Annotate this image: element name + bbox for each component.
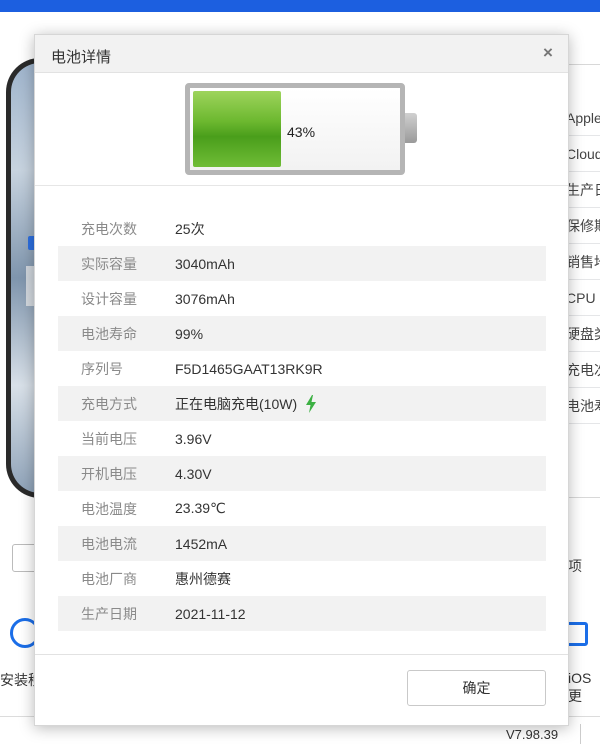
app-top-strip bbox=[0, 0, 600, 12]
table-row-manufacturer: 电池厂商 惠州德赛 bbox=[58, 561, 546, 596]
table-row-temperature: 电池温度 23.39℃ bbox=[58, 491, 546, 526]
dialog-divider bbox=[35, 185, 568, 186]
row-value: 4.30V bbox=[175, 465, 212, 482]
row-key: 当前电压 bbox=[81, 430, 137, 447]
dialog-title: 电池详情 bbox=[51, 49, 112, 66]
ios-update-icon[interactable] bbox=[566, 622, 588, 646]
dialog-header: 电池详情 × bbox=[35, 35, 568, 73]
info-label-battery-life[interactable]: 电池寿 bbox=[566, 388, 600, 424]
row-key: 充电次数 bbox=[81, 220, 137, 237]
battery-level-fill bbox=[193, 91, 281, 167]
row-key: 电池电流 bbox=[81, 535, 137, 552]
status-divider bbox=[580, 724, 581, 744]
battery-info-table: 充电次数 25次 实际容量 3040mAh 设计容量 3076mAh 电池寿命 … bbox=[58, 211, 546, 631]
battery-gauge: 43% bbox=[185, 83, 421, 175]
battery-percent-text: 43% bbox=[287, 124, 316, 140]
info-panel-border-top bbox=[566, 64, 600, 65]
table-row-actual-capacity: 实际容量 3040mAh bbox=[58, 246, 546, 281]
row-key: 电池温度 bbox=[81, 500, 137, 517]
info-label-warranty: 保修期 bbox=[566, 208, 600, 244]
row-key: 实际容量 bbox=[81, 255, 137, 272]
ok-button[interactable]: 确定 bbox=[407, 670, 546, 706]
table-row-design-capacity: 设计容量 3076mAh bbox=[58, 281, 546, 316]
row-key: 电池寿命 bbox=[81, 325, 137, 342]
background-text: 项 bbox=[568, 558, 582, 574]
info-label-icloud: Cloud bbox=[566, 136, 600, 172]
info-label-sales-region: 销售地 bbox=[566, 244, 600, 280]
table-row-serial-number: 序列号 F5D1465GAAT13RK9R bbox=[58, 351, 546, 386]
row-value: 25次 bbox=[175, 220, 205, 237]
table-row-charge-count: 充电次数 25次 bbox=[58, 211, 546, 246]
info-label-cpu: CPU bbox=[566, 280, 600, 316]
info-label-apple: Apple bbox=[566, 100, 600, 136]
table-row-current-voltage: 当前电压 3.96V bbox=[58, 421, 546, 456]
row-key: 充电方式 bbox=[81, 395, 137, 412]
row-key: 序列号 bbox=[81, 360, 123, 377]
info-label-production-date: 生产日 bbox=[566, 172, 600, 208]
table-row-boot-voltage: 开机电压 4.30V bbox=[58, 456, 546, 491]
row-value: 3.96V bbox=[175, 430, 212, 447]
device-info-list: Apple Cloud 生产日 保修期 销售地 CPU 硬盘类 充电次 电池寿 bbox=[566, 100, 600, 424]
row-value: 3076mAh bbox=[175, 290, 235, 307]
close-icon[interactable]: × bbox=[540, 43, 556, 63]
ios-update-label[interactable]: iOS更 bbox=[568, 670, 600, 706]
table-row-current: 电池电流 1452mA bbox=[58, 526, 546, 561]
info-label-charge-count: 充电次 bbox=[566, 352, 600, 388]
info-panel-border-bottom bbox=[566, 497, 600, 498]
row-key: 开机电压 bbox=[81, 465, 137, 482]
row-value: 2021-11-12 bbox=[175, 605, 246, 622]
row-value: 惠州德赛 bbox=[175, 570, 231, 587]
table-row-charge-mode: 充电方式 正在电脑充电(10W) bbox=[58, 386, 546, 421]
lightning-bolt-icon bbox=[306, 394, 317, 413]
table-row-production-date: 生产日期 2021-11-12 bbox=[58, 596, 546, 631]
row-value: 正在电脑充电(10W) bbox=[175, 395, 298, 412]
battery-details-dialog: 电池详情 × 43% 充电次数 25次 实际容量 3040mAh 设计容量 30… bbox=[34, 34, 569, 726]
row-value: 99% bbox=[175, 325, 204, 342]
row-value: F5D1465GAAT13RK9R bbox=[175, 360, 323, 377]
row-key: 电池厂商 bbox=[81, 570, 137, 587]
battery-body: 43% bbox=[185, 83, 405, 175]
version-label: V7.98.39 bbox=[506, 727, 559, 742]
battery-terminal bbox=[405, 113, 417, 143]
row-value: 1452mA bbox=[175, 535, 228, 552]
row-key: 设计容量 bbox=[81, 290, 137, 307]
table-row-battery-life: 电池寿命 99% bbox=[58, 316, 546, 351]
info-label-disk-type: 硬盘类 bbox=[566, 316, 600, 352]
row-key: 生产日期 bbox=[81, 605, 137, 622]
row-value: 3040mAh bbox=[175, 255, 235, 272]
dialog-footer-divider bbox=[35, 654, 568, 655]
row-value: 23.39℃ bbox=[175, 500, 226, 516]
row-value-with-icon: 正在电脑充电(10W) bbox=[175, 394, 317, 414]
